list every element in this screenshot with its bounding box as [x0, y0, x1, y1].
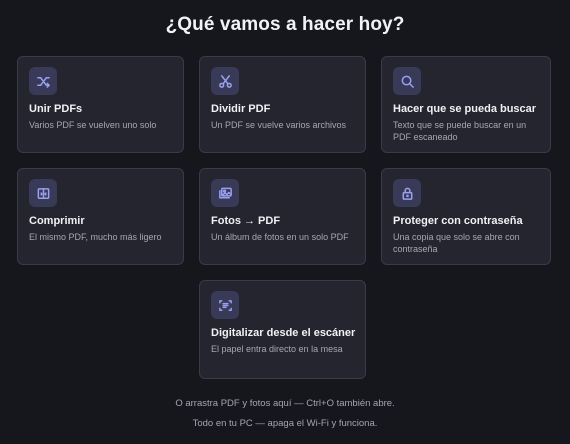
card-description: Un álbum de fotos en un solo PDF [211, 232, 349, 242]
compress-icon [29, 179, 57, 207]
card-title: Digitalizar desde el escáner [211, 327, 356, 339]
card-description: El mismo PDF, mucho más ligero [29, 232, 162, 242]
compress-card[interactable]: Comprimir El mismo PDF, mucho más ligero [17, 168, 184, 265]
drop-hint: O arrastra PDF y fotos aquí — Ctrl+O tam… [175, 398, 395, 409]
card-description: Texto que se puede buscar en un PDF esca… [393, 120, 527, 142]
card-description: El papel entra directo en la mesa [211, 344, 343, 354]
make-searchable-card[interactable]: Hacer que se pueda buscar Texto que se p… [381, 56, 551, 153]
card-title: Comprimir [29, 215, 85, 227]
split-pdf-card[interactable]: Dividir PDF Un PDF se vuelve varios arch… [199, 56, 366, 153]
scan-from-scanner-card[interactable]: Digitalizar desde el escáner El papel en… [199, 280, 366, 379]
card-title: Proteger con contraseña [393, 215, 523, 227]
scissors-icon [211, 67, 239, 95]
merge-pdfs-card[interactable]: Unir PDFs Varios PDF se vuelven uno solo [17, 56, 184, 153]
photos-icon [211, 179, 239, 207]
card-description: Un PDF se vuelve varios archivos [211, 120, 347, 130]
offline-note: Todo en tu PC — apaga el Wi-Fi y funcion… [192, 418, 378, 429]
card-title: Dividir PDF [211, 103, 271, 115]
card-description: Una copia que solo se abre con contraseñ… [393, 232, 520, 254]
protect-password-card[interactable]: Proteger con contraseña Una copia que so… [381, 168, 551, 265]
scanner-icon [211, 291, 239, 319]
photos-to-pdf-card[interactable]: Fotos → PDF Un álbum de fotos en un solo… [199, 168, 366, 265]
merge-icon [29, 67, 57, 95]
card-title: Unir PDFs [29, 103, 83, 115]
card-description: Varios PDF se vuelven uno solo [29, 120, 157, 130]
page-title: ¿Qué vamos a hacer hoy? [165, 14, 405, 35]
card-title: Hacer que se pueda buscar [393, 103, 537, 115]
search-icon [393, 67, 421, 95]
card-title: Fotos → PDF [211, 215, 281, 227]
lock-icon [393, 179, 421, 207]
